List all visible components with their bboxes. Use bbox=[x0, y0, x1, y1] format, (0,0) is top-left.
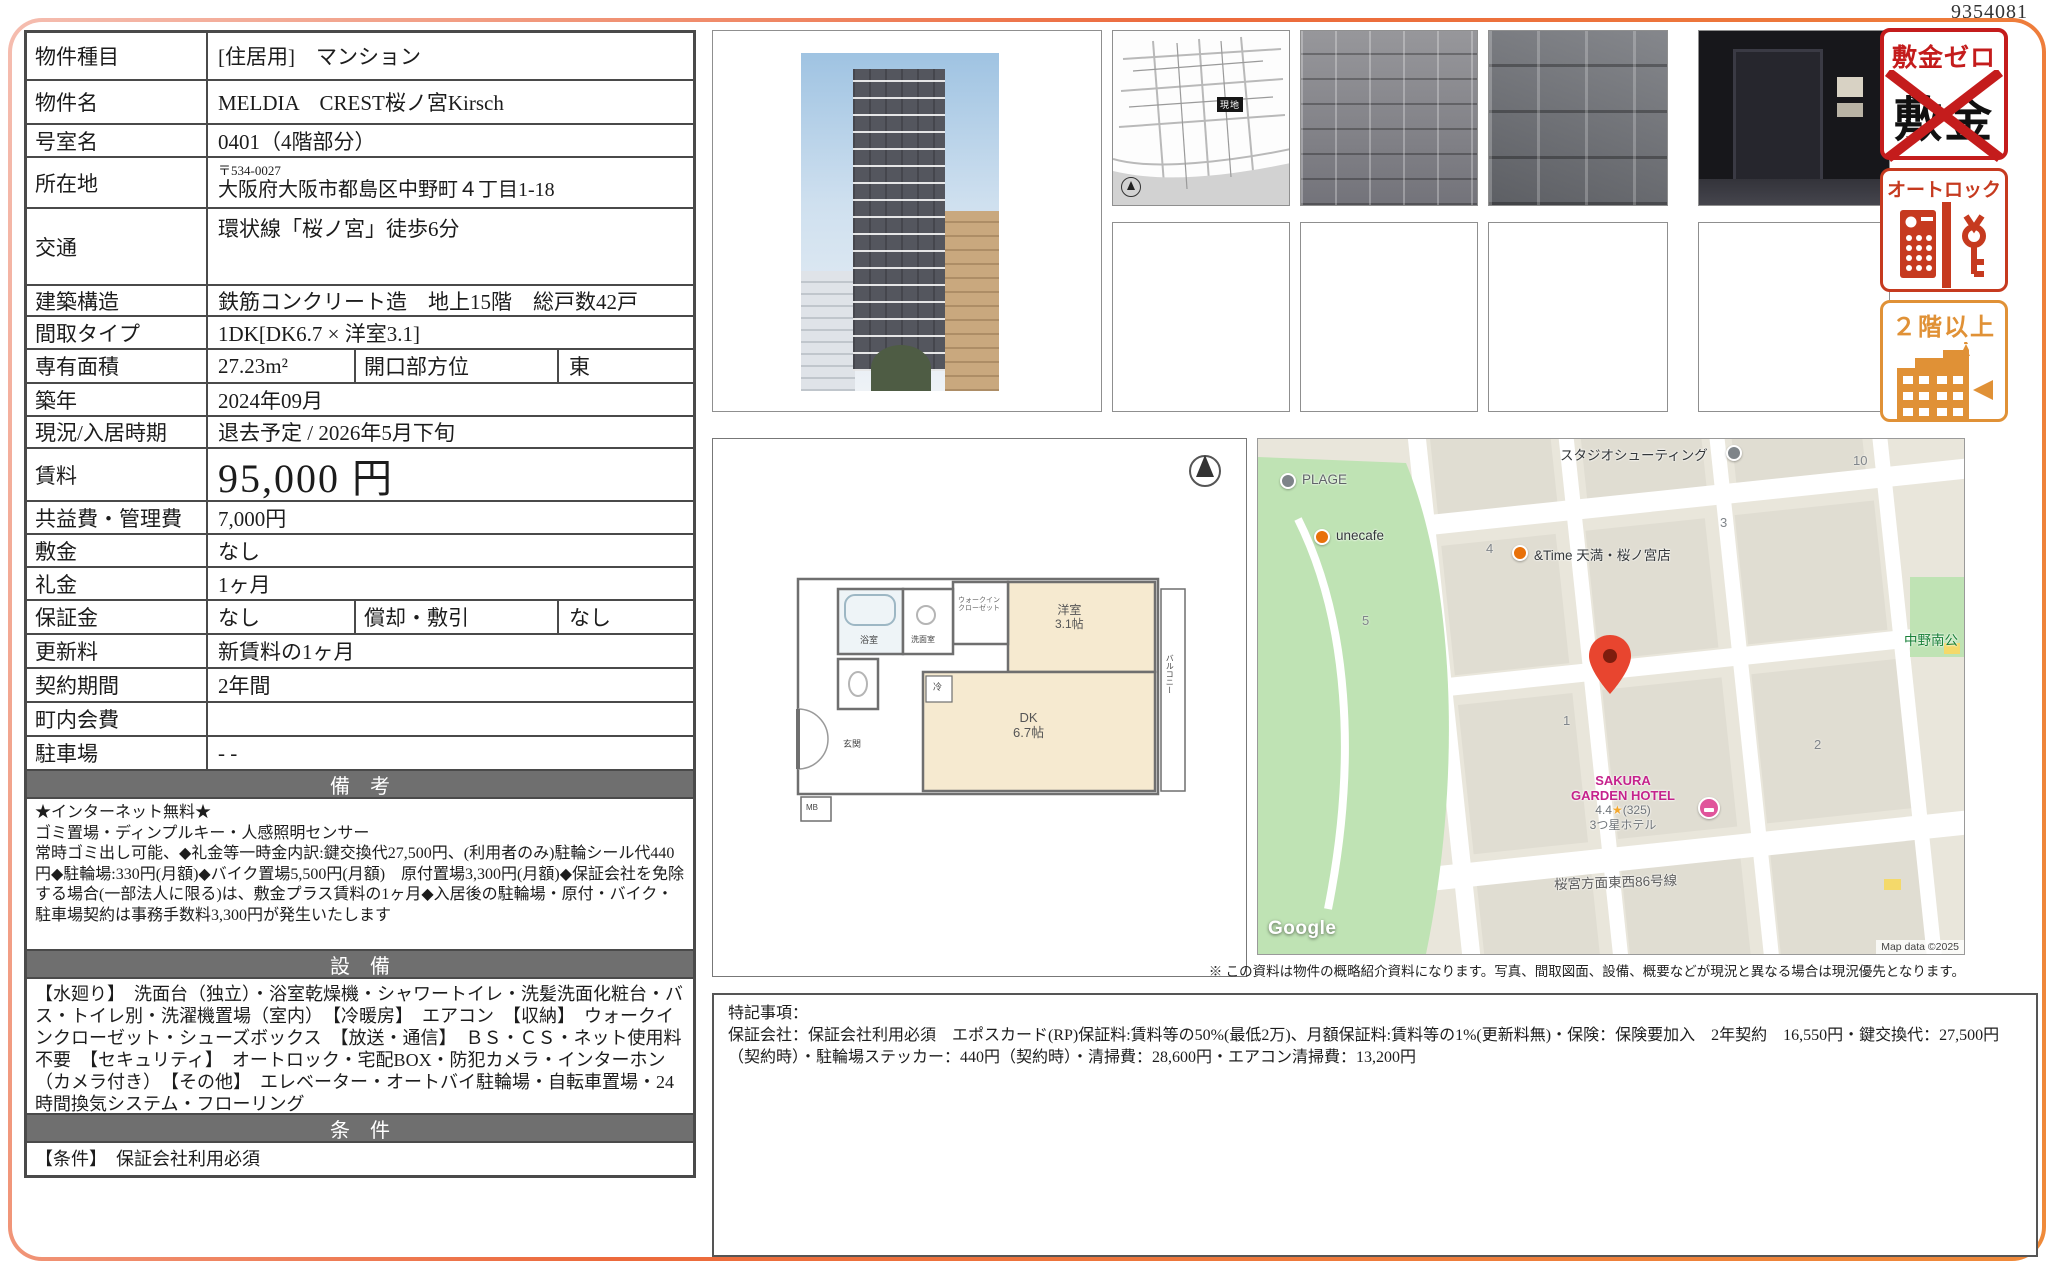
mailboxes-photo bbox=[1300, 30, 1478, 206]
table-row-area: 専有面積 27.23m² 開口部方位 東 bbox=[27, 348, 693, 382]
upper-floor-title: ２階以上 bbox=[1883, 307, 2005, 342]
autolock-icon bbox=[1894, 202, 1994, 288]
remarks-header: 備 考 bbox=[27, 769, 693, 797]
table-row-deposit: 保証金 なし 償却・敷引 なし bbox=[27, 599, 693, 633]
entrance-photo bbox=[1698, 30, 1890, 206]
table-row: 契約期間2年間 bbox=[27, 667, 693, 701]
table-row: 築年2024年09月 bbox=[27, 382, 693, 415]
site-marker: 現地 bbox=[1217, 97, 1243, 112]
table-row: 駐車場- - bbox=[27, 735, 693, 769]
room-label-balcony: バルコニー bbox=[1165, 654, 1174, 694]
address: 大阪府大阪市都島区中野町４丁目1-18 bbox=[218, 178, 555, 202]
hotel-subtitle: 3つ星ホテル bbox=[1548, 818, 1698, 833]
table-row: 交通環状線「桜ノ宮」徒歩6分 bbox=[27, 207, 693, 284]
table-row: 物件種目[住居用] マンション bbox=[27, 33, 693, 79]
sketch-lines bbox=[1113, 31, 1290, 206]
special-notes: 特記事項： 保証会社：保証会社利用必須 エポスカード(RP)保証料:賃料等の50… bbox=[712, 993, 2038, 1257]
room-label-mb: MB bbox=[806, 803, 818, 812]
property-flyer: 9354081 物件種目[住居用] マンション 物件名MELDIA CREST桜… bbox=[0, 0, 2056, 1265]
block-number: 10 bbox=[1853, 453, 1867, 468]
room-label-dk: DK 6.7帖 bbox=[1013, 711, 1044, 741]
table-row: 建築構造鉄筋コンクリート造 地上15階 総戸数42戸 bbox=[27, 284, 693, 315]
hotel-rating: 4.4★(325) bbox=[1548, 803, 1698, 818]
floorplan: 洋室 3.1帖 DK 6.7帖 ウォークイン クローゼット 浴室 洗面室 玄関 … bbox=[712, 438, 1247, 977]
table-row: 敷金なし bbox=[27, 533, 693, 566]
location-map: スタジオシューティング 10 PLAGE unecafe 4 &Time 天満・… bbox=[1257, 438, 1965, 955]
site-sketch-photo: 現地 bbox=[1112, 30, 1290, 206]
empty-photo-box bbox=[1112, 222, 1290, 412]
table-row-rent: 賃料95,000 円 bbox=[27, 447, 693, 500]
room-label-wic: ウォークイン クローゼット bbox=[958, 597, 1000, 613]
poi-label-park: 中野南公 bbox=[1904, 629, 1958, 649]
poi-label-studio: スタジオシューティング bbox=[1560, 444, 1708, 464]
building-photo-image bbox=[801, 53, 999, 391]
poi-icon-studio bbox=[1726, 445, 1742, 461]
map-attribution: Map data ©2025 bbox=[1876, 940, 1964, 954]
equipment-text: 【水廻り】 洗面台（独立）・浴室乾燥機・シャワートイレ・洗髪洗面化粧台・バス・ト… bbox=[27, 977, 693, 1113]
document-id: 9354081 bbox=[1951, 1, 2028, 24]
property-table: 物件種目[住居用] マンション 物件名MELDIA CREST桜ノ宮Kirsch… bbox=[24, 30, 696, 1178]
poi-label-hotel: SAKURA GARDEN HOTEL 4.4★(325) 3つ星ホテル bbox=[1548, 773, 1698, 833]
no-deposit-title: 敷金ゼロ bbox=[1884, 38, 2004, 74]
room-label-wash: 洗面室 bbox=[911, 635, 935, 644]
delivery-lockers-photo bbox=[1488, 30, 1668, 206]
floorplan-drawing bbox=[713, 439, 1245, 975]
poi-icon-cafe bbox=[1314, 529, 1330, 545]
room-label-entrance: 玄関 bbox=[843, 739, 861, 749]
special-notes-body: 保証会社：保証会社利用必須 エポスカード(RP)保証料:賃料等の50%(最低2万… bbox=[728, 1025, 2022, 1069]
block-number: 1 bbox=[1563, 713, 1570, 728]
conditions-text: 【条件】 保証会社利用必須 bbox=[27, 1141, 693, 1175]
no-deposit-badge: 敷金ゼロ 敷金 bbox=[1880, 28, 2008, 160]
remarks-text: ★インターネット無料★ ゴミ置場・ディンプルキー・人感照明センサー 常時ゴミ出し… bbox=[27, 797, 693, 949]
map-disclaimer: ※ この資料は物件の概略紹介資料になります。写真、間取図面、設備、概要などが現況… bbox=[712, 960, 1965, 980]
empty-photo-box bbox=[1300, 222, 1478, 412]
empty-photo-box bbox=[1698, 222, 1890, 412]
poi-label-unecafe: unecafe bbox=[1336, 528, 1384, 543]
compass-icon bbox=[1121, 177, 1141, 197]
special-notes-title: 特記事項： bbox=[728, 1003, 2022, 1025]
table-row: 物件名MELDIA CREST桜ノ宮Kirsch bbox=[27, 79, 693, 123]
conditions-header: 条 件 bbox=[27, 1113, 693, 1141]
hotel-bed-icon bbox=[1698, 797, 1720, 819]
table-row: 礼金1ヶ月 bbox=[27, 566, 693, 599]
building-floors-icon bbox=[1891, 342, 1997, 422]
room-label-bath: 浴室 bbox=[860, 635, 878, 645]
poi-label-andtime: &Time 天満・桜ノ宮店 bbox=[1534, 544, 1671, 564]
google-logo: Google bbox=[1268, 918, 1336, 940]
table-row: 更新料新賃料の1ヶ月 bbox=[27, 633, 693, 667]
equipment-header: 設 備 bbox=[27, 949, 693, 977]
block-number: 3 bbox=[1720, 515, 1727, 530]
empty-photo-box bbox=[1488, 222, 1668, 412]
block-number: 5 bbox=[1362, 613, 1369, 628]
red-cross-icon bbox=[1884, 70, 2004, 162]
autolock-badge: オートロック bbox=[1880, 168, 2008, 292]
table-row: 号室名0401（4階部分） bbox=[27, 123, 693, 156]
table-row: 共益費・管理費7,000円 bbox=[27, 500, 693, 533]
autolock-title: オートロック bbox=[1883, 175, 2005, 202]
poi-icon-plage bbox=[1280, 473, 1296, 489]
block-number: 2 bbox=[1814, 737, 1821, 752]
table-row: 町内会費 bbox=[27, 701, 693, 735]
table-row: 現況/入居時期退去予定 / 2026年5月下旬 bbox=[27, 415, 693, 447]
table-row-address: 所在地 〒534-0027 大阪府大阪市都島区中野町４丁目1-18 bbox=[27, 156, 693, 207]
poi-label-plage: PLAGE bbox=[1302, 472, 1347, 487]
poi-icon-restaurant bbox=[1512, 545, 1528, 561]
upper-floor-badge: ２階以上 bbox=[1880, 300, 2008, 422]
block-number: 4 bbox=[1486, 541, 1493, 556]
table-row: 間取タイプ1DK[DK6.7 × 洋室3.1] bbox=[27, 315, 693, 348]
room-label-western: 洋室 3.1帖 bbox=[1055, 604, 1084, 632]
building-photo bbox=[712, 30, 1102, 412]
entrance-door bbox=[1733, 49, 1823, 183]
room-label-fridge: 冷 bbox=[933, 682, 942, 692]
postal-code: 〒534-0027 bbox=[218, 163, 281, 178]
rent-value: 95,000 円 bbox=[208, 449, 693, 500]
road-label: 桜宮方面東西86号線 bbox=[1554, 869, 1678, 893]
